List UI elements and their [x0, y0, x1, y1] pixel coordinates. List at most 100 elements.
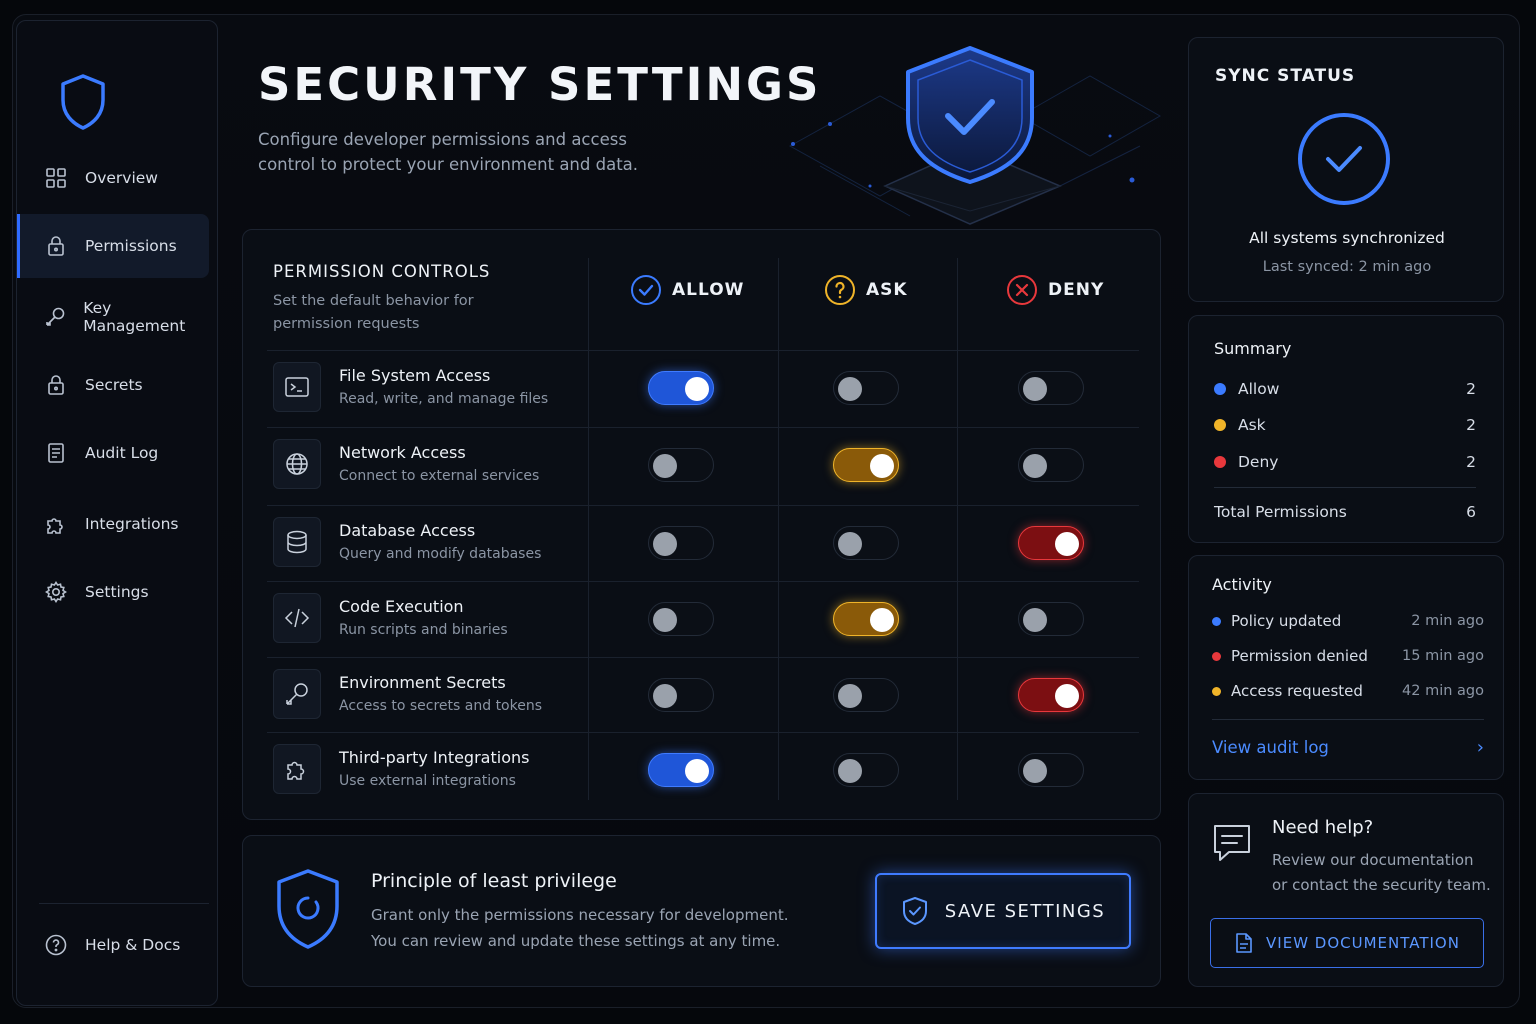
sidebar-item-key-management[interactable]: Key Management [17, 285, 209, 349]
deny-toggle[interactable] [1018, 526, 1084, 560]
summary-value: 2 [1466, 380, 1476, 398]
deny-toggle[interactable] [1018, 753, 1084, 787]
globe-icon [273, 439, 321, 489]
deny-toggle[interactable] [1018, 678, 1084, 712]
sidebar-item-help-docs[interactable]: Help & Docs [17, 913, 209, 977]
ask-toggle[interactable] [833, 371, 899, 405]
deny-toggle[interactable] [1018, 371, 1084, 405]
summary-panel: Summary Allow 2 Ask 2 Deny 2 Total Permi… [1188, 315, 1504, 543]
activity-item: Access requested 42 min ago [1212, 682, 1484, 700]
terminal-icon [273, 362, 321, 412]
activity-time: 15 min ago [1402, 648, 1484, 664]
deny-toggle[interactable] [1018, 602, 1084, 636]
status-dot [1212, 616, 1221, 626]
summary-title: Summary [1214, 339, 1292, 358]
activity-item: Permission denied 15 min ago [1212, 647, 1484, 665]
deny-toggle[interactable] [1018, 448, 1084, 482]
ask-toggle[interactable] [833, 526, 899, 560]
least-privilege-panel: Principle of least privilege Grant only … [242, 835, 1161, 987]
activity-time: 42 min ago [1402, 683, 1484, 699]
permission-controls-panel: PERMISSION CONTROLS Set the default beha… [242, 229, 1161, 820]
permission-desc: Run scripts and binaries [339, 622, 508, 638]
allow-toggle[interactable] [648, 371, 714, 405]
document-icon [1236, 933, 1252, 953]
summary-divider [1214, 487, 1476, 488]
summary-label: Deny [1238, 453, 1279, 471]
least-privilege-title: Principle of least privilege [371, 870, 617, 892]
key-icon [43, 304, 67, 330]
activity-label: Policy updated [1231, 612, 1342, 630]
summary-value: 2 [1466, 416, 1476, 434]
permission-desc: Access to secrets and tokens [339, 698, 543, 714]
status-dot [1214, 419, 1226, 431]
sidebar-item-permissions[interactable]: Permissions [17, 214, 209, 278]
ask-toggle[interactable] [833, 753, 899, 787]
activity-divider [1212, 719, 1484, 720]
summary-label: Ask [1238, 416, 1266, 434]
view-documentation-button[interactable]: VIEW DOCUMENTATION [1210, 918, 1484, 968]
sidebar-item-overview[interactable]: Overview [17, 146, 209, 210]
activity-title: Activity [1212, 575, 1272, 594]
summary-row-allow: Allow 2 [1214, 377, 1476, 401]
summary-row-total: Total Permissions 6 [1214, 500, 1476, 524]
permission-row-file-system: File System Access Read, write, and mana… [267, 350, 1139, 426]
activity-label: Permission denied [1231, 647, 1368, 665]
status-dot [1212, 686, 1221, 696]
sync-status-panel: SYNC STATUS All systems synchronized Las… [1188, 37, 1504, 302]
activity-panel: Activity Policy updated 2 min ago Permis… [1188, 555, 1504, 780]
permission-name: Third-party Integrations [339, 748, 530, 767]
summary-row-ask: Ask 2 [1214, 413, 1476, 437]
column-label-allow: ALLOW [672, 280, 745, 300]
permission-name: Environment Secrets [339, 673, 506, 692]
sync-status-title: SYNC STATUS [1215, 66, 1356, 86]
sidebar-item-label: Key Management [83, 299, 186, 335]
shield-logo-icon [61, 74, 105, 130]
status-dot [1214, 456, 1226, 468]
page-subtitle: Configure developer permissions and acce… [258, 130, 639, 174]
help-docs-label: Help & Docs [85, 936, 181, 954]
summary-label: Allow [1238, 380, 1280, 398]
sidebar-item-label: Permissions [85, 237, 177, 255]
permission-name: File System Access [339, 366, 491, 385]
permission-name: Code Execution [339, 597, 464, 616]
page-title: SECURITY SETTINGS [258, 58, 822, 111]
sidebar-item-integrations[interactable]: Integrations [17, 492, 209, 556]
permission-name: Network Access [339, 443, 466, 462]
permission-desc: Use external integrations [339, 773, 516, 789]
allow-toggle[interactable] [648, 753, 714, 787]
sidebar-item-secrets[interactable]: Secrets [17, 353, 209, 417]
help-circle-icon [43, 932, 69, 958]
allow-toggle[interactable] [648, 602, 714, 636]
lock-icon [43, 372, 69, 398]
ask-toggle[interactable] [833, 448, 899, 482]
least-privilege-text: Grant only the permissions necessary for… [371, 906, 789, 950]
sidebar-divider [39, 903, 209, 904]
sidebar-item-audit-log[interactable]: Audit Log [17, 421, 209, 485]
grid-icon [43, 165, 69, 191]
column-header-ask: ASK [824, 274, 908, 306]
view-audit-log-link[interactable]: View audit log › [1212, 737, 1484, 758]
permission-desc: Query and modify databases [339, 546, 542, 562]
activity-label: Access requested [1231, 682, 1363, 700]
ask-toggle[interactable] [833, 678, 899, 712]
check-circle-icon [1298, 113, 1390, 205]
sidebar-item-label: Integrations [85, 515, 179, 533]
column-label-deny: DENY [1048, 280, 1105, 300]
gear-icon [43, 579, 69, 605]
status-dot [1212, 651, 1221, 661]
allow-toggle[interactable] [648, 448, 714, 482]
sidebar-item-label: Settings [85, 583, 149, 601]
sidebar-item-settings[interactable]: Settings [17, 560, 209, 624]
allow-toggle[interactable] [648, 526, 714, 560]
total-label: Total Permissions [1214, 503, 1347, 521]
save-settings-button[interactable]: SAVE SETTINGS [875, 873, 1131, 949]
column-label-ask: ASK [866, 280, 908, 300]
check-circle-icon [631, 275, 661, 305]
help-panel: Need help? Review our documentation or c… [1188, 793, 1504, 987]
allow-toggle[interactable] [648, 678, 714, 712]
sidebar-item-label: Secrets [85, 376, 143, 394]
column-header-allow: ALLOW [630, 274, 744, 306]
permission-controls-subtitle: Set the default behavior for permission … [273, 293, 474, 332]
ask-toggle[interactable] [833, 602, 899, 636]
permission-row-network: Network Access Connect to external servi… [267, 427, 1139, 503]
